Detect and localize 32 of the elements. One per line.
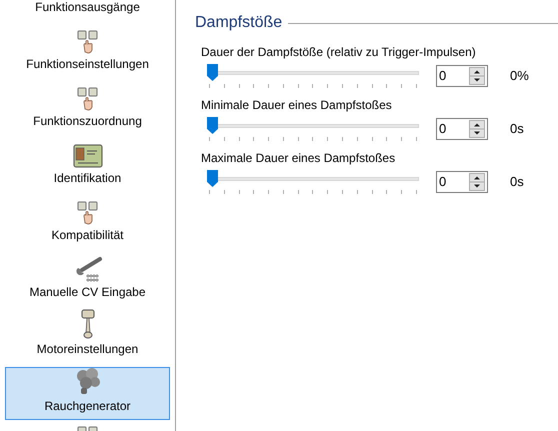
slider[interactable] <box>207 63 419 89</box>
setting-label: Minimale Dauer eines Dampfstoßes <box>201 97 393 113</box>
value-reading: 0s <box>510 120 524 138</box>
sidebar-item[interactable]: Kompatibilität <box>5 196 170 249</box>
sidebar-item[interactable]: Funktionszuordnung <box>5 82 170 135</box>
id-card-icon <box>72 144 102 168</box>
sidebar-item[interactable]: Identifikation <box>5 139 170 192</box>
function-keys-icon <box>76 201 98 225</box>
setting-label: Maximale Dauer eines Dampfstoßes <box>201 150 396 166</box>
spin-arrows-icon[interactable] <box>469 120 485 138</box>
spin-box[interactable]: 0 <box>436 118 488 140</box>
spin-box[interactable]: 0 <box>436 65 488 87</box>
function-keys-icon <box>76 30 98 54</box>
spin-arrows-icon[interactable] <box>469 67 485 85</box>
group-title: Dampfstöße <box>195 13 282 33</box>
sidebar-item[interactable]: Funktionsausgänge <box>5 0 170 21</box>
piston-icon <box>78 309 96 339</box>
slider[interactable] <box>207 169 419 195</box>
setting-label: Dauer der Dampfstöße (relativ zu Trigger-Impulsen) <box>201 44 477 60</box>
slider-thumb[interactable] <box>207 117 218 134</box>
slider[interactable] <box>207 116 419 142</box>
function-keys-icon <box>76 87 98 111</box>
sidebar-item[interactable]: Rauchgenerator <box>5 367 170 420</box>
sidebar-item[interactable]: Motoreinstellungen <box>5 310 170 363</box>
spin-arrows-icon[interactable] <box>469 173 485 191</box>
value-reading: 0% <box>510 67 529 86</box>
sidebar-item[interactable]: Manuelle CV Eingabe <box>5 253 170 306</box>
slider-thumb[interactable] <box>207 170 218 187</box>
spin-box[interactable]: 0 <box>436 171 488 193</box>
value-reading: 0s <box>510 173 524 192</box>
slider-thumb[interactable] <box>207 64 218 81</box>
sidebar-item[interactable]: Funktionseinstellungen <box>5 25 170 78</box>
